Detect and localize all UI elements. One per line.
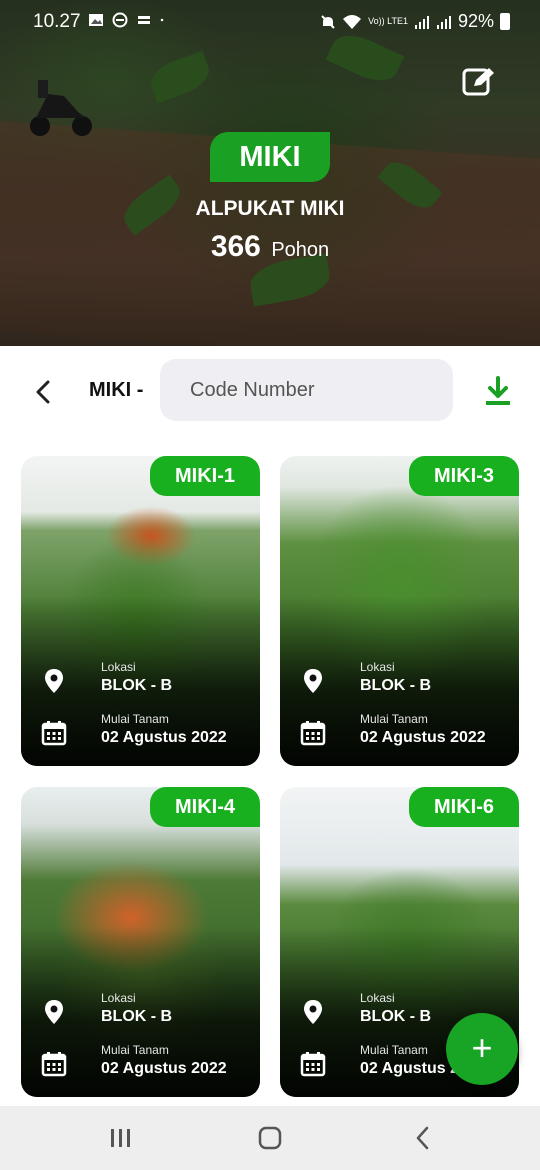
quran-app-icon [138,16,150,24]
tree-grid: MIKI-1 Lokasi BLOK - B Mulai Tanam 02 Ag… [0,436,540,1106]
planting-date-value: 02 Agustus 2022 [101,729,227,746]
location-value: BLOK - B [101,677,173,694]
tree-card[interactable]: MIKI-3 Lokasi BLOK - B Mulai Tanam 02 Ag… [280,456,519,766]
status-bar: 10.27 Vo)) LTE1 92% [0,0,540,42]
location-value: BLOK - B [360,1008,432,1025]
planting-date-label: Mulai Tanam [360,1043,428,1057]
tree-count-number: 366 [210,230,261,263]
tree-code-badge: MIKI-1 [150,456,260,496]
tree-code-badge: MIKI-6 [409,787,519,827]
planting-date-row: Mulai Tanam 02 Agustus 2022 [300,712,510,752]
location-row: Lokasi BLOK - B [300,660,510,700]
code-search-box[interactable] [160,359,453,421]
battery-icon [500,13,510,30]
battery-level: 92% [457,11,494,31]
status-time: 10.27 [33,11,81,32]
back-arrow-icon[interactable] [30,378,58,406]
home-icon[interactable] [255,1124,285,1152]
dot-icon [160,18,164,22]
network-label: Vo)) LTE1 [368,16,408,26]
tree-count-unit: Pohon [271,239,330,261]
do-not-disturb-icon [112,12,128,28]
location-label: Lokasi [101,991,136,1005]
tree-code-badge: MIKI-4 [150,787,260,827]
signal-icon [414,15,429,29]
back-icon[interactable] [408,1124,438,1152]
header-photo: 10.27 Vo)) LTE1 92% MIKI ALPUKAT MIKI 36… [0,0,540,346]
planting-date-label: Mulai Tanam [360,712,428,726]
location-pin-icon [45,669,63,693]
status-icons-left [88,12,168,28]
app-screen: 10.27 Vo)) LTE1 92% MIKI ALPUKAT MIKI 36… [0,0,540,1170]
location-pin-icon [45,1000,63,1024]
calendar-icon [300,1052,326,1077]
code-prefix-label: MIKI - [89,379,144,401]
download-icon[interactable] [484,376,512,406]
calendar-icon [41,1052,67,1077]
search-toolbar: MIKI - [0,346,540,436]
location-row: Lokasi BLOK - B [41,660,251,700]
tree-card[interactable]: MIKI-4 Lokasi BLOK - B Mulai Tanam 02 Ag… [21,787,260,1097]
planting-date-label: Mulai Tanam [101,712,169,726]
recent-apps-icon[interactable] [106,1124,136,1152]
tree-count: 366 Pohon [0,230,540,264]
add-tree-button[interactable]: + [446,1013,518,1085]
tree-code-badge: MIKI-3 [409,456,519,496]
system-nav-bar [0,1106,540,1170]
location-label: Lokasi [101,660,136,674]
mute-icon [321,14,335,29]
planting-date-row: Mulai Tanam 02 Agustus 2022 [41,1043,251,1083]
location-row: Lokasi BLOK - B [41,991,251,1031]
planting-date-value: 02 Agustus 2022 [101,1060,227,1077]
tree-group-badge: MIKI [210,132,330,182]
location-pin-icon [304,669,322,693]
plant-title: ALPUKAT MIKI [195,197,345,220]
location-value: BLOK - B [101,1008,173,1025]
planting-date-row: Mulai Tanam 02 Agustus 2022 [41,712,251,752]
planting-date-label: Mulai Tanam [101,1043,169,1057]
calendar-icon [41,721,67,746]
signal-icon [436,15,451,29]
code-number-input[interactable] [190,359,440,421]
location-pin-icon [304,1000,322,1024]
status-icons-right: Vo)) LTE1 92% [320,11,510,32]
location-label: Lokasi [360,660,395,674]
tree-card[interactable]: MIKI-1 Lokasi BLOK - B Mulai Tanam 02 Ag… [21,456,260,766]
edit-icon[interactable] [462,66,496,98]
image-icon [89,14,103,26]
location-label: Lokasi [360,991,395,1005]
wifi-icon [343,14,362,29]
location-value: BLOK - B [360,677,432,694]
planting-date-value: 02 Agustus 2022 [360,729,486,746]
calendar-icon [300,721,326,746]
